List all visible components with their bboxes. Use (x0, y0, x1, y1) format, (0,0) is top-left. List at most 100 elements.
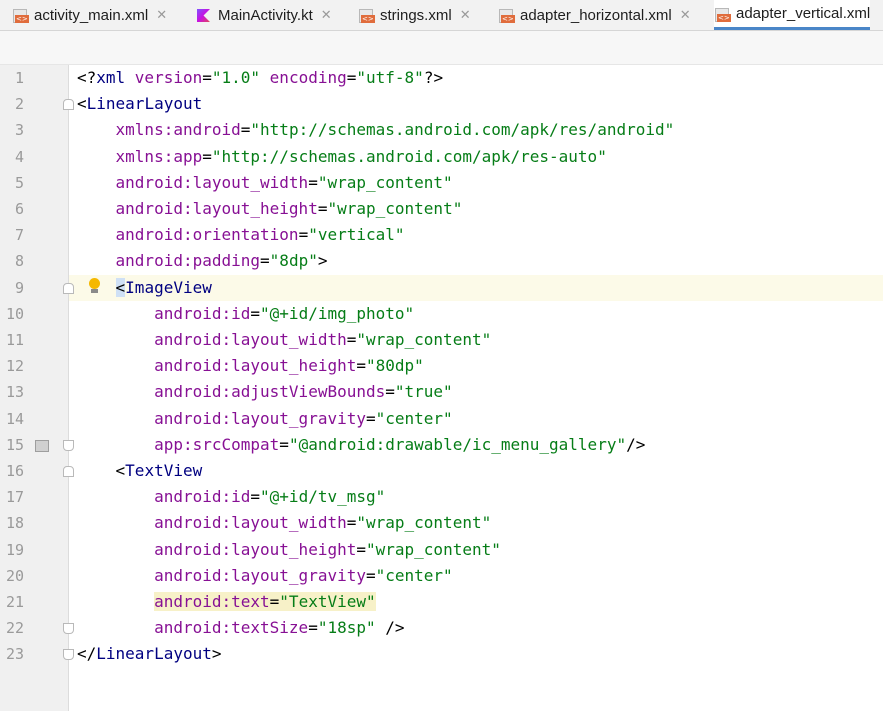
code-line[interactable]: android:padding="8dp"> (77, 248, 328, 274)
code-token: LinearLayout (96, 644, 212, 664)
fold-end-icon[interactable] (63, 649, 74, 661)
tab-mainactivity-kt[interactable]: MainActivity.kt ✕ (196, 0, 332, 30)
code-token: android:text (154, 592, 270, 611)
code-token: <? (77, 68, 97, 87)
code-token: </ (77, 644, 97, 664)
close-tab-icon[interactable]: ✕ (680, 7, 691, 23)
code-line[interactable]: <LinearLayout (77, 91, 202, 117)
code-token: = (202, 68, 212, 87)
code-token: android:layout_width (154, 513, 347, 533)
code-token: = (346, 330, 357, 349)
code-token: = (250, 487, 261, 507)
code-token: = (260, 251, 270, 271)
line-number: 8 (14, 252, 24, 271)
code-token: LinearLayout (86, 94, 203, 114)
code-line[interactable]: android:layout_width="wrap_content" (77, 510, 491, 536)
fold-end-icon[interactable] (63, 439, 74, 451)
code-token: = (279, 434, 289, 454)
line-number: 10 (5, 304, 24, 323)
code-token: TextView (125, 461, 203, 480)
fold-start-icon[interactable] (63, 282, 74, 294)
code-token: < (77, 94, 87, 114)
line-number: 13 (5, 383, 24, 402)
close-tab-icon[interactable]: ✕ (156, 7, 167, 23)
code-line[interactable]: <TextView (77, 458, 203, 484)
code-token: android:id (154, 487, 251, 507)
code-line[interactable]: android:orientation="vertical" (77, 222, 405, 248)
code-line[interactable]: android:layout_height="wrap_content" (77, 196, 463, 222)
code-token: android:orientation (115, 225, 299, 245)
code-line[interactable]: android:layout_width="wrap_content" (77, 327, 491, 353)
tab-label: strings.xml (380, 6, 452, 24)
code-line[interactable]: android:textSize="18sp" /> (77, 615, 405, 641)
code-token: "utf-8" (356, 68, 424, 87)
code-token: android:textSize (154, 618, 309, 638)
code-token: android:layout_width (115, 172, 309, 192)
code-line[interactable]: app:srcCompat="@android:drawable/ic_menu… (77, 432, 645, 458)
code-line[interactable]: xmlns:app="http://schemas.android.com/ap… (77, 144, 607, 170)
code-token: android:layout_height (154, 356, 357, 376)
line-number: 17 (5, 488, 24, 507)
code-token: "center" (375, 565, 453, 585)
code-token: "center" (375, 408, 453, 428)
line-number: 12 (5, 357, 24, 376)
code-token: = (356, 539, 366, 559)
code-line[interactable]: </LinearLayout> (77, 641, 222, 667)
code-token: = (365, 565, 376, 585)
tab-activity-main-xml[interactable]: activity_main.xml ✕ (12, 0, 167, 30)
fold-start-icon[interactable] (63, 466, 74, 477)
code-line[interactable]: android:id="@+id/img_photo" (77, 301, 414, 327)
code-line[interactable]: android:text="TextView" (77, 589, 376, 615)
code-line[interactable]: android:layout_height="80dp" (77, 353, 424, 379)
code-line[interactable]: android:layout_gravity="center" (77, 406, 453, 432)
xml-file-icon (358, 7, 375, 23)
code-line[interactable]: <?xml version="1.0" encoding="utf-8"?> (77, 65, 443, 91)
line-number: 5 (14, 173, 24, 192)
lightbulb-icon[interactable] (88, 277, 100, 294)
code-line[interactable]: android:layout_width="wrap_content" (77, 170, 453, 196)
editor-tab-bar: activity_main.xml✕ MainActivity.kt✕ string… (0, 0, 883, 31)
line-number: 22 (5, 619, 24, 638)
code-token: "http://schemas.android.com/apk/res-auto… (211, 146, 607, 166)
fold-end-icon[interactable] (63, 623, 74, 635)
code-line[interactable]: android:adjustViewBounds="true" (77, 379, 453, 405)
close-tab-icon[interactable]: ✕ (460, 7, 471, 23)
code-token: = (308, 618, 318, 638)
close-tab-icon[interactable]: ✕ (321, 7, 332, 23)
line-number: 1 (14, 69, 24, 87)
tab-strings-xml[interactable]: strings.xml ✕ (358, 0, 471, 30)
line-number: 4 (14, 147, 24, 166)
code-line[interactable]: android:layout_gravity="center" (77, 563, 453, 589)
code-token: xmlns:app (115, 146, 203, 166)
code-token: > (211, 644, 222, 664)
image-preview-icon[interactable] (35, 439, 49, 452)
code-token: = (356, 356, 366, 376)
tab-adapter-vertical-xml[interactable]: adapter_vertical.xml (714, 0, 871, 30)
tab-adapter-horizontal-xml[interactable]: adapter_horizontal.xml ✕ (498, 0, 691, 30)
line-number: 11 (5, 331, 24, 349)
code-token: encoding (269, 68, 347, 87)
xml-file-icon (498, 7, 515, 23)
line-number: 16 (5, 462, 24, 480)
code-token: /> (375, 618, 405, 638)
code-line[interactable]: android:id="@+id/tv_msg" (77, 484, 385, 510)
code-token: = (298, 225, 309, 245)
code-line[interactable]: xmlns:android="http://schemas.android.co… (77, 117, 675, 143)
code-line[interactable]: android:layout_height="wrap_content" (77, 537, 501, 563)
code-token: ?> (423, 68, 444, 87)
fold-start-icon[interactable] (63, 99, 74, 111)
code-token: = (240, 120, 251, 140)
line-number: 23 (5, 645, 24, 664)
code-token: < (115, 277, 126, 297)
code-token: "8dp" (269, 251, 318, 271)
code-token: "wrap_content" (356, 330, 492, 349)
